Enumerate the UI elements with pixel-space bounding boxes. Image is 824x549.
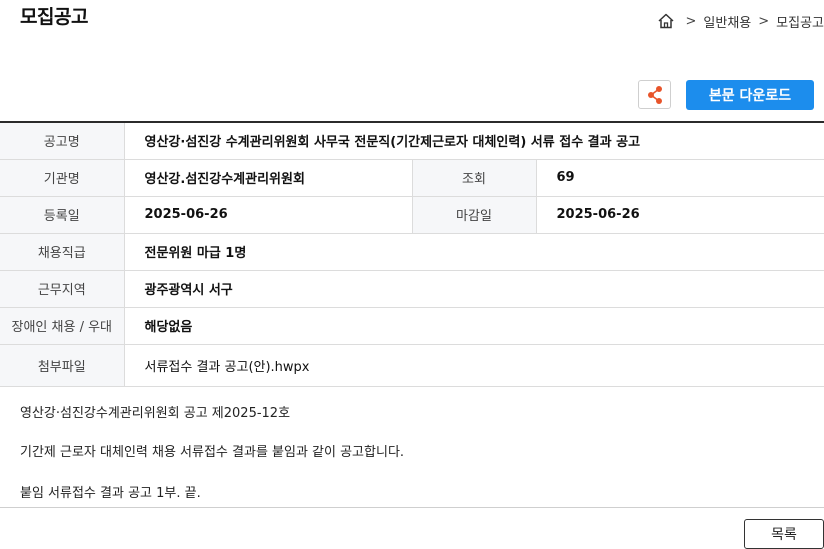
- disability-pref-label: 장애인 채용 / 우대: [0, 307, 125, 345]
- breadcrumb-item-general-hiring[interactable]: 일반채용: [703, 12, 751, 31]
- list-button[interactable]: 목록: [744, 519, 824, 549]
- views-value: 69: [536, 159, 824, 197]
- notice-detail-table: 공고명 영산강·섬진강 수계관리위원회 사무국 전문직(기간제근로자 대체인력)…: [0, 121, 824, 387]
- deadline-label: 마감일: [411, 196, 537, 234]
- grade-label: 채용직급: [0, 233, 125, 271]
- breadcrumb-item-recruitment[interactable]: 모집공고: [776, 12, 824, 31]
- breadcrumb-separator: >: [685, 13, 697, 29]
- page-title: 모집공고: [20, 6, 88, 28]
- share-icon: [647, 85, 662, 104]
- org-label: 기관명: [0, 159, 125, 197]
- org-value: 영산강.섬진강수계관리위원회: [124, 159, 412, 197]
- attachment-link[interactable]: 서류접수 결과 공고(안).hwpx: [124, 344, 824, 387]
- attachment-label: 첨부파일: [0, 344, 125, 387]
- notice-line-1: 영산강·섬진강수계관리위원회 공고 제2025-12호: [20, 406, 291, 421]
- grade-value: 전문위원 마급 1명: [124, 233, 824, 271]
- download-content-button[interactable]: 본문 다운로드: [686, 80, 814, 110]
- notice-body: 영산강·섬진강수계관리위원회 공고 제2025-12호 기간제 근로자 대체인력…: [0, 392, 824, 508]
- region-label: 근무지역: [0, 270, 125, 308]
- views-label: 조회: [411, 159, 537, 197]
- share-button[interactable]: [638, 80, 671, 109]
- breadcrumb: > 일반채용 > 모집공고: [657, 10, 824, 32]
- reg-date-label: 등록일: [0, 196, 125, 234]
- disability-pref-value: 해당없음: [124, 307, 824, 345]
- title-label: 공고명: [0, 122, 125, 160]
- title-value: 영산강·섬진강 수계관리위원회 사무국 전문직(기간제근로자 대체인력) 서류 …: [124, 122, 824, 160]
- region-value: 광주광역시 서구: [124, 270, 824, 308]
- deadline-value: 2025-06-26: [536, 196, 824, 234]
- notice-line-2: 기간제 근로자 대체인력 채용 서류접수 결과를 붙임과 같이 공고합니다.: [20, 445, 405, 460]
- reg-date-value: 2025-06-26: [124, 196, 412, 234]
- notice-line-3: 붙임 서류접수 결과 공고 1부. 끝.: [20, 486, 201, 501]
- home-icon[interactable]: [657, 12, 675, 30]
- breadcrumb-separator: >: [758, 13, 770, 29]
